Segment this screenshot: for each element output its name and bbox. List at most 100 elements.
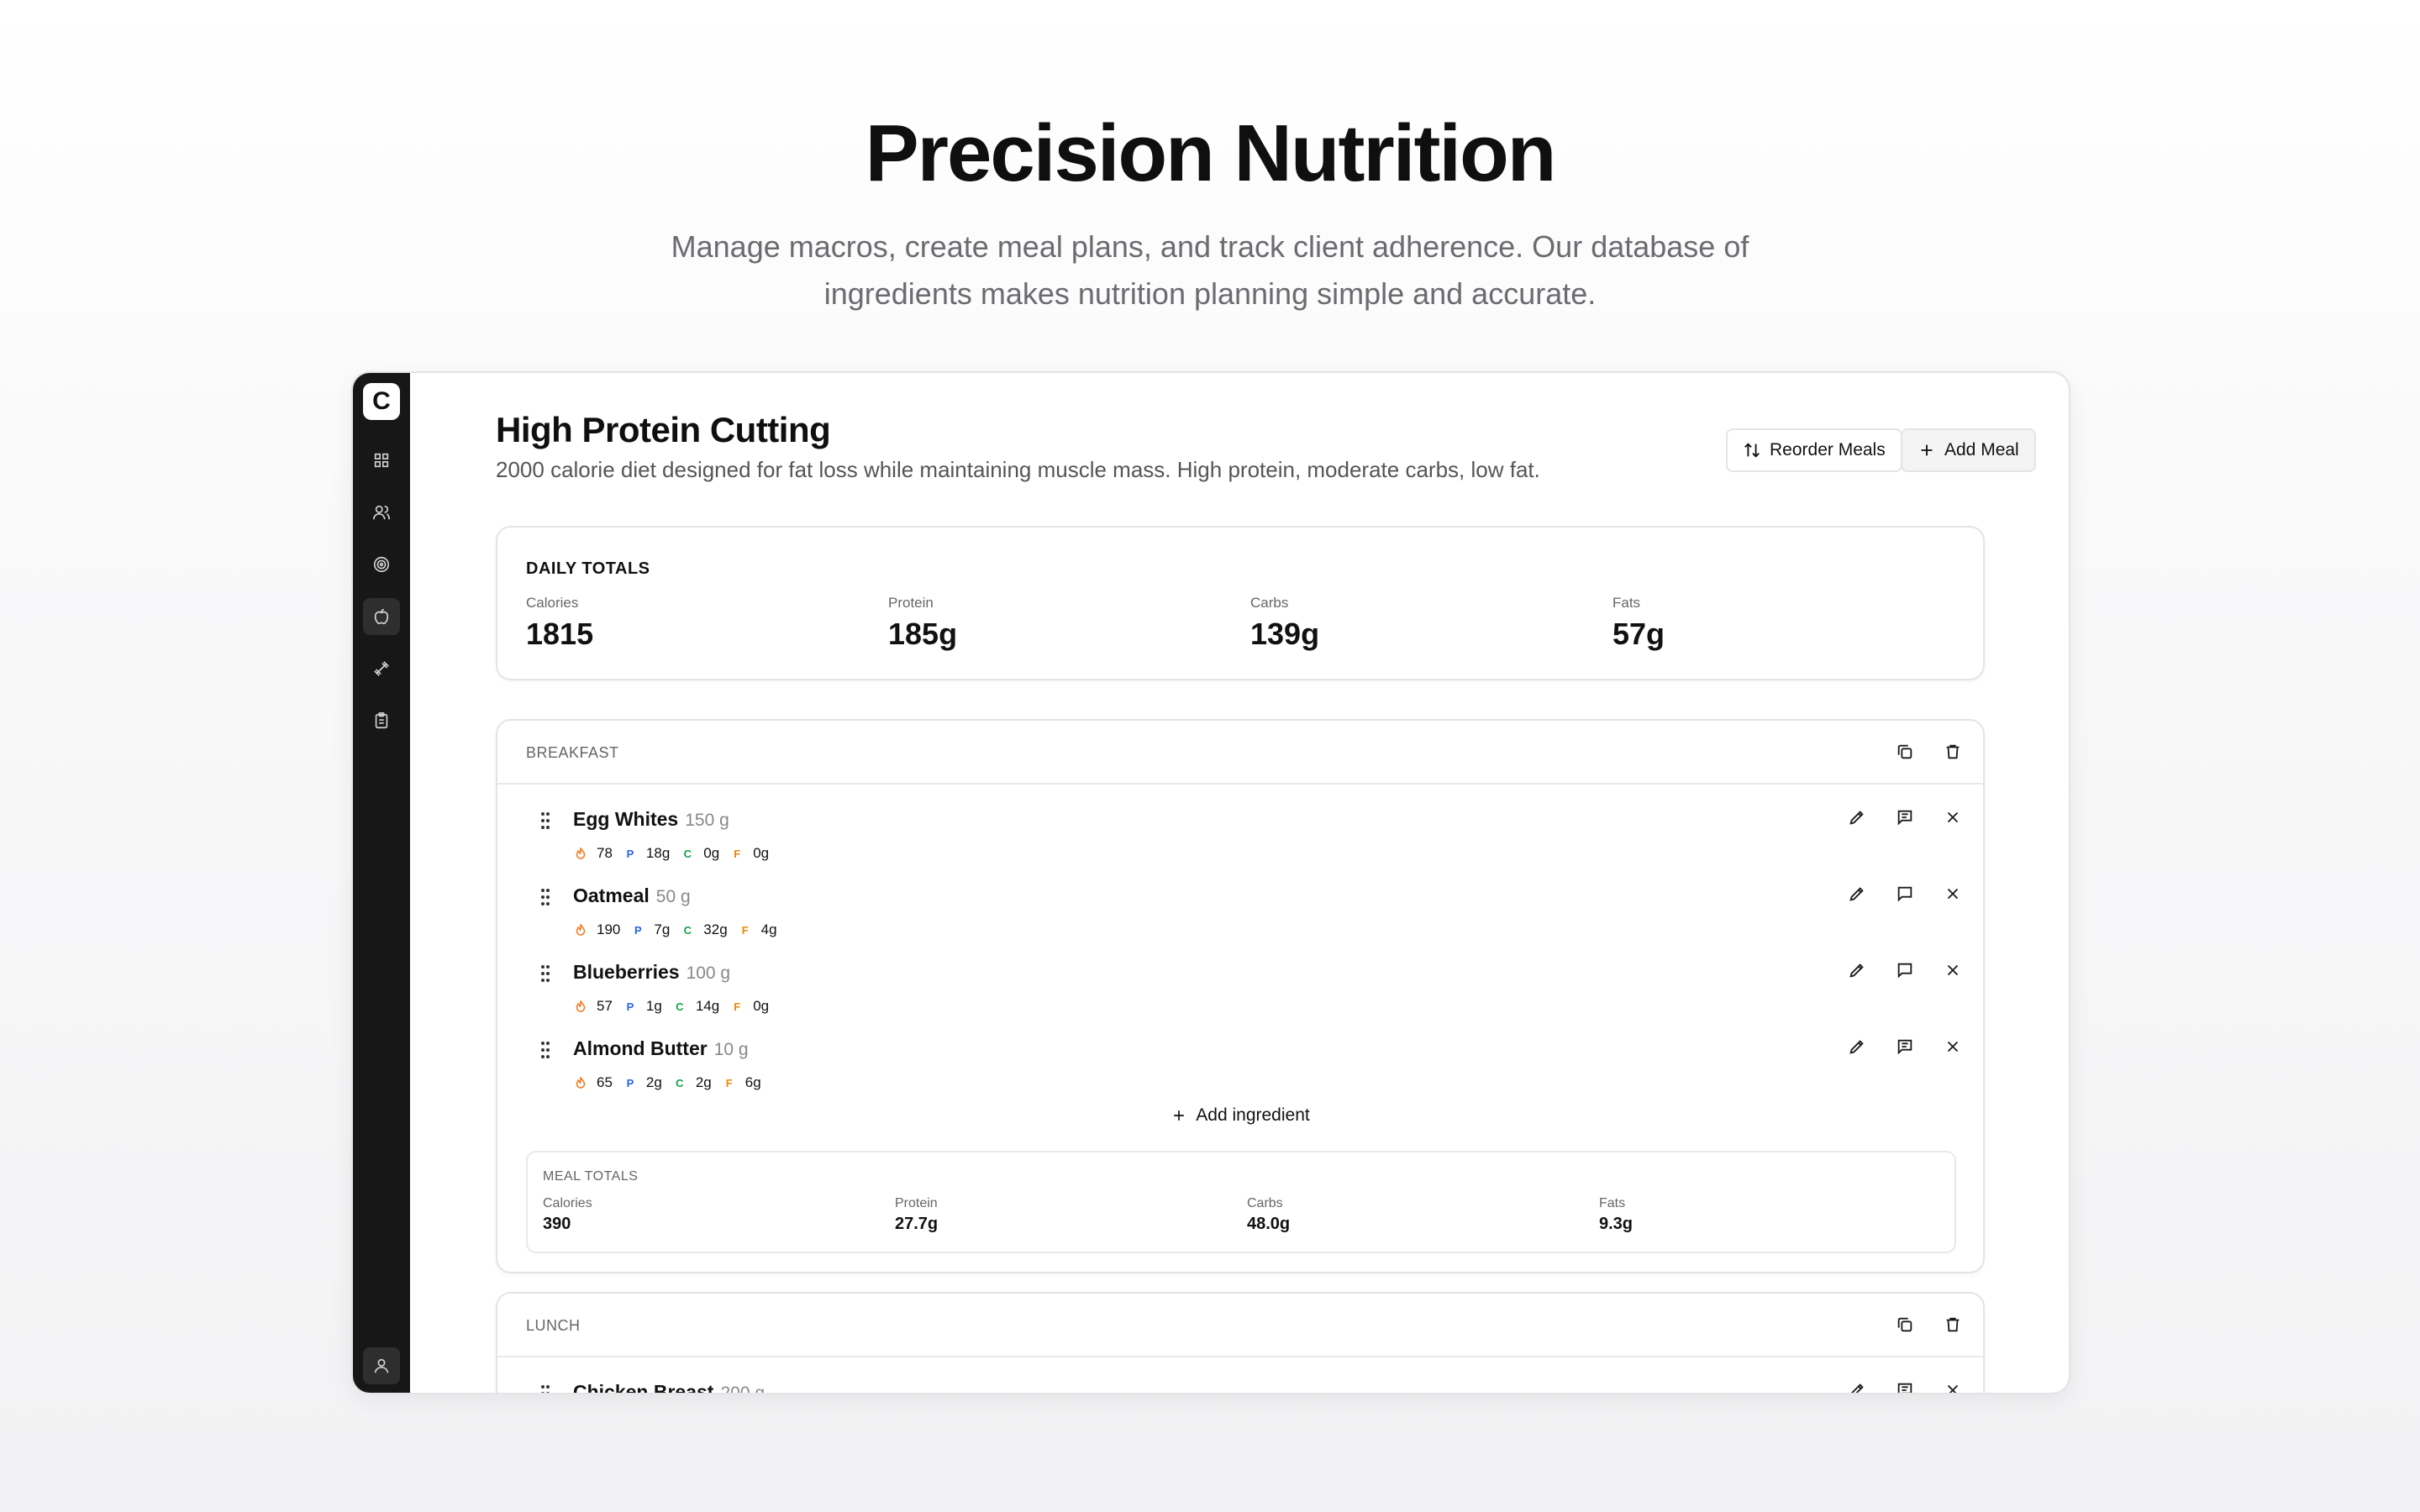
plus-icon xyxy=(1921,444,1933,456)
flame-icon xyxy=(576,1076,586,1089)
fats-badge: F xyxy=(734,847,741,860)
clipboard-icon[interactable] xyxy=(363,702,400,739)
drag-handle-icon[interactable] xyxy=(539,888,551,906)
comment-icon[interactable] xyxy=(1892,881,1918,906)
protein-badge: P xyxy=(626,1076,634,1089)
stat-label: Protein xyxy=(895,1196,938,1210)
edit-ingredient-icon[interactable] xyxy=(1844,881,1870,906)
fats-value: 4g xyxy=(760,921,777,937)
daily-calories-stat: Calories 1815 xyxy=(526,595,593,652)
ingredient-name: Egg Whites 150 g xyxy=(573,808,729,831)
comment-icon[interactable] xyxy=(1892,958,1918,983)
remove-ingredient-icon[interactable] xyxy=(1940,1034,1965,1059)
stat-value: 139g xyxy=(1250,617,1320,651)
stat-value: 48.0g xyxy=(1247,1215,1291,1233)
drag-handle-icon[interactable] xyxy=(539,1384,551,1393)
stat-label: Calories xyxy=(543,1196,592,1210)
stat-value: 1815 xyxy=(526,617,594,651)
add-meal-button[interactable]: Add Meal xyxy=(1901,428,2036,472)
flame-icon xyxy=(576,847,586,859)
carbs-badge: C xyxy=(676,1076,684,1089)
plus-icon xyxy=(1174,1110,1185,1121)
delete-meal-icon[interactable] xyxy=(1940,1312,1965,1337)
ingredient-name: Blueberries 100 g xyxy=(573,961,730,984)
duplicate-meal-icon[interactable] xyxy=(1892,739,1918,764)
calories-value: 190 xyxy=(597,921,621,937)
ingredient-name-text: Chicken Breast xyxy=(573,1381,714,1394)
fats-badge: F xyxy=(734,1000,741,1013)
ingredient-row: Almond Butter 10 g 65 P 2g C 2g F 6g xyxy=(497,1031,1983,1106)
hero-title: Precision Nutrition xyxy=(865,108,1557,198)
main-content: High Protein Cutting 2000 calorie diet d… xyxy=(410,373,2069,1394)
carbs-value: 32g xyxy=(703,921,728,937)
edit-ingredient-icon[interactable] xyxy=(1844,1034,1870,1059)
ingredient-name: Oatmeal 50 g xyxy=(573,885,691,907)
remove-ingredient-icon[interactable] xyxy=(1940,805,1965,830)
calories-value: 78 xyxy=(597,845,613,861)
nutrition-icon[interactable] xyxy=(363,598,400,635)
note-icon[interactable] xyxy=(1892,805,1918,830)
meal-protein-stat: Protein 27.7g xyxy=(895,1196,938,1234)
macro-row: 57 P 1g C 14g F 0g xyxy=(573,998,769,1015)
edit-ingredient-icon[interactable] xyxy=(1844,958,1870,983)
stat-label: Fats xyxy=(1612,595,1641,611)
edit-ingredient-icon[interactable] xyxy=(1844,1378,1870,1393)
meal-totals-title: MEAL TOTALS xyxy=(543,1169,639,1184)
user-icon xyxy=(374,1358,389,1373)
fats-badge: F xyxy=(741,923,749,937)
calories-value: 65 xyxy=(597,1074,613,1090)
daily-totals-card: DAILY TOTALS Calories 1815 Protein 185g … xyxy=(496,526,1985,680)
protein-value: 7g xyxy=(654,921,671,937)
ingredient-row: Chicken Breast 200 g xyxy=(497,1374,1983,1394)
stat-value: 185g xyxy=(888,617,958,651)
meal-carbs-stat: Carbs 48.0g xyxy=(1247,1196,1290,1234)
ingredient-qty: 50 g xyxy=(655,887,691,906)
remove-ingredient-icon[interactable] xyxy=(1940,881,1965,906)
dashboard-icon[interactable] xyxy=(363,442,400,479)
drag-handle-icon[interactable] xyxy=(539,1041,551,1059)
protein-badge: P xyxy=(626,1000,634,1013)
add-ingredient-label: Add ingredient xyxy=(1196,1105,1310,1125)
ingredient-qty: 10 g xyxy=(713,1040,749,1059)
carbs-value: 0g xyxy=(703,845,720,861)
daily-fats-stat: Fats 57g xyxy=(1612,595,1665,652)
ingredient-qty: 150 g xyxy=(685,811,729,830)
hero-subtitle: Manage macros, create meal plans, and tr… xyxy=(671,229,1749,311)
drag-handle-icon[interactable] xyxy=(539,811,551,830)
protein-value: 1g xyxy=(645,998,662,1014)
ingredient-row: Blueberries 100 g 57 P 1g C 14g F 0g xyxy=(497,954,1983,1030)
protein-value: 2g xyxy=(645,1074,662,1090)
carbs-value: 14g xyxy=(695,998,720,1014)
drag-handle-icon[interactable] xyxy=(539,964,551,983)
remove-ingredient-icon[interactable] xyxy=(1940,1378,1965,1393)
meal-fats-stat: Fats 9.3g xyxy=(1599,1196,1633,1234)
clients-icon[interactable] xyxy=(363,494,400,531)
app-logo[interactable]: C xyxy=(363,383,400,420)
note-icon[interactable] xyxy=(1892,1034,1918,1059)
stat-label: Carbs xyxy=(1247,1196,1283,1210)
ingredient-row: Oatmeal 50 g 190 P 7g C 32g F 4g xyxy=(497,878,1983,953)
fats-badge: F xyxy=(725,1076,733,1089)
add-ingredient-button[interactable]: Add ingredient xyxy=(497,1105,1983,1126)
note-icon[interactable] xyxy=(1892,1378,1918,1393)
workouts-icon[interactable] xyxy=(363,650,400,687)
duplicate-meal-icon[interactable] xyxy=(1892,1312,1918,1337)
meal-header: LUNCH xyxy=(497,1294,1983,1357)
protein-value: 18g xyxy=(645,845,671,861)
goals-icon[interactable] xyxy=(363,546,400,583)
ingredient-name-text: Egg Whites xyxy=(573,808,679,830)
edit-ingredient-icon[interactable] xyxy=(1844,805,1870,830)
ingredient-row: Egg Whites 150 g 78 P 18g C 0g F 0g xyxy=(497,801,1983,877)
user-avatar-button[interactable] xyxy=(363,1347,400,1384)
stat-label: Calories xyxy=(526,595,579,611)
ingredient-name-text: Oatmeal xyxy=(573,885,650,906)
stat-value: 27.7g xyxy=(895,1215,939,1233)
carbs-badge: C xyxy=(683,847,692,860)
reorder-meals-button[interactable]: Reorder Meals xyxy=(1726,428,1902,472)
delete-meal-icon[interactable] xyxy=(1940,739,1965,764)
daily-carbs-stat: Carbs 139g xyxy=(1250,595,1319,652)
stat-value: 9.3g xyxy=(1599,1215,1634,1233)
stat-value: 57g xyxy=(1612,617,1665,651)
remove-ingredient-icon[interactable] xyxy=(1940,958,1965,983)
meal-header: BREAKFAST xyxy=(497,721,1983,785)
